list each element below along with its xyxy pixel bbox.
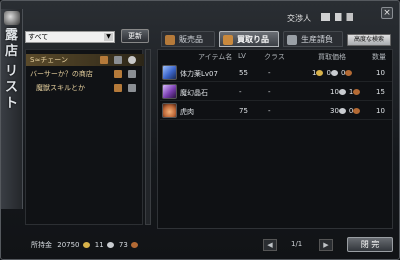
item-price: 100 (312, 69, 355, 77)
shop-list-panel: すべて ▼ 更新 S≈チェーン バーサーか？の商店 魔獣スキルとか (25, 27, 151, 235)
shop-name: S≈チェーン (30, 56, 68, 64)
item-class: - (268, 88, 271, 96)
update-button[interactable]: 更新 (121, 29, 149, 43)
tab-sale-items[interactable]: 販売品 (161, 31, 215, 47)
close-window-button[interactable]: × (381, 7, 393, 19)
table-row[interactable]: 体力薬Lv07 55 - 100 10 (160, 64, 392, 82)
column-header-price[interactable]: 買取価格 (318, 52, 346, 62)
silver-coin-icon (338, 108, 346, 114)
side-tab-char-3: リ (5, 64, 19, 79)
next-page-button[interactable]: ▶ (319, 239, 333, 251)
meat-icon (162, 103, 177, 118)
silver-coin-icon (330, 70, 338, 76)
item-name: 虎肉 (180, 108, 194, 116)
copper-coin-icon (345, 70, 353, 76)
pager: ◀ 1/1 ▶ (263, 239, 333, 251)
gold-label: 所持金 (31, 241, 52, 249)
item-price: 30 0 (330, 107, 363, 115)
item-qty: 15 (376, 88, 385, 96)
table-row[interactable]: 魔幻晶石 - - 10 1 15 (160, 83, 392, 101)
emblem-icon (4, 11, 20, 25)
shop-name: バーサーか？の商店 (30, 70, 93, 78)
shop-filter-value: すべて (28, 33, 49, 41)
close-button[interactable]: 閉 完 (347, 237, 393, 252)
chest-icon (114, 84, 122, 92)
copper-amount: 73 (118, 241, 128, 249)
side-tab-shop-list[interactable]: 露 店 リ ス ト (1, 9, 23, 209)
chest-icon (223, 35, 233, 45)
item-name: 体力薬Lv07 (180, 70, 218, 78)
silver-coin-icon (338, 89, 346, 95)
advanced-search-button[interactable]: 高度な検索 (347, 34, 391, 46)
potion-icon (162, 65, 177, 80)
silver-amount: 11 (94, 241, 104, 249)
chest-icon (165, 35, 175, 45)
buy-items-table: アイテム名 LV クラス 買取価格 数量 体力薬Lv07 55 - 100 10… (157, 49, 393, 229)
column-header-item[interactable]: アイテム名 (198, 52, 232, 62)
prev-page-button[interactable]: ◀ (263, 239, 277, 251)
tab-label: 買取り品 (237, 35, 269, 44)
gold-display: 所持金 20750 11 73 (31, 240, 141, 250)
table-row[interactable]: 虎肉 75 - 30 0 10 (160, 102, 392, 120)
side-tab-char-5: ト (5, 96, 19, 111)
column-header-lv[interactable]: LV (238, 52, 246, 60)
item-level: 75 (239, 107, 248, 115)
gold-coin-icon (82, 242, 90, 248)
shop-list-item[interactable]: バーサーか？の商店 (26, 68, 144, 80)
tool-icon (128, 56, 136, 64)
tab-label: 販売品 (179, 35, 203, 44)
column-header-class[interactable]: クラス (264, 52, 285, 62)
crystal-icon (162, 84, 177, 99)
item-class: - (268, 69, 271, 77)
price-silver: 10 (330, 88, 339, 96)
copper-coin-icon (353, 89, 361, 95)
dropdown-arrow-icon: ▼ (104, 33, 113, 41)
tab-buy-items[interactable]: 買取り品 (219, 31, 279, 47)
shop-list-scrollbar[interactable] (145, 49, 151, 225)
item-class: - (268, 107, 271, 115)
column-header-qty[interactable]: 数量 (372, 52, 386, 62)
window-title: 交渉人 (287, 14, 311, 23)
forge-icon (128, 84, 136, 92)
item-level: - (239, 88, 242, 96)
gold-amount: 20750 (57, 241, 80, 249)
chest-icon (100, 56, 108, 64)
forge-icon (114, 56, 122, 64)
item-name: 魔幻晶石 (180, 89, 208, 97)
silver-coin-icon (106, 242, 114, 248)
price-silver: 30 (330, 107, 339, 115)
forge-icon (128, 70, 136, 78)
tab-label: 生産請負 (301, 35, 333, 44)
side-tab-char-2: 店 (5, 44, 19, 59)
copper-coin-icon (130, 242, 138, 248)
title-obscured-name (321, 13, 367, 21)
side-tab-char-4: ス (5, 80, 19, 95)
item-price: 10 1 (330, 88, 363, 96)
shop-list-item[interactable]: 魔獣スキルとか (26, 82, 144, 94)
item-level: 55 (239, 69, 248, 77)
copper-coin-icon (353, 108, 361, 114)
gold-coin-icon (316, 70, 324, 76)
hammer-icon (287, 35, 297, 45)
page-indicator: 1/1 (291, 240, 303, 248)
shop-filter-select[interactable]: すべて ▼ (25, 31, 115, 43)
item-qty: 10 (376, 69, 385, 77)
item-qty: 10 (376, 107, 385, 115)
chest-icon (114, 70, 122, 78)
shop-list: S≈チェーン バーサーか？の商店 魔獣スキルとか (25, 49, 144, 225)
tab-production-contract[interactable]: 生産請負 (283, 31, 343, 47)
shop-list-item[interactable]: S≈チェーン (26, 54, 144, 66)
shop-list-window: 露 店 リ ス ト 交渉人 × すべて ▼ 更新 S≈チェーン バーサーか？の商… (0, 0, 400, 260)
side-tab-char-1: 露 (5, 28, 19, 43)
shop-name: 魔獣スキルとか (36, 84, 85, 92)
